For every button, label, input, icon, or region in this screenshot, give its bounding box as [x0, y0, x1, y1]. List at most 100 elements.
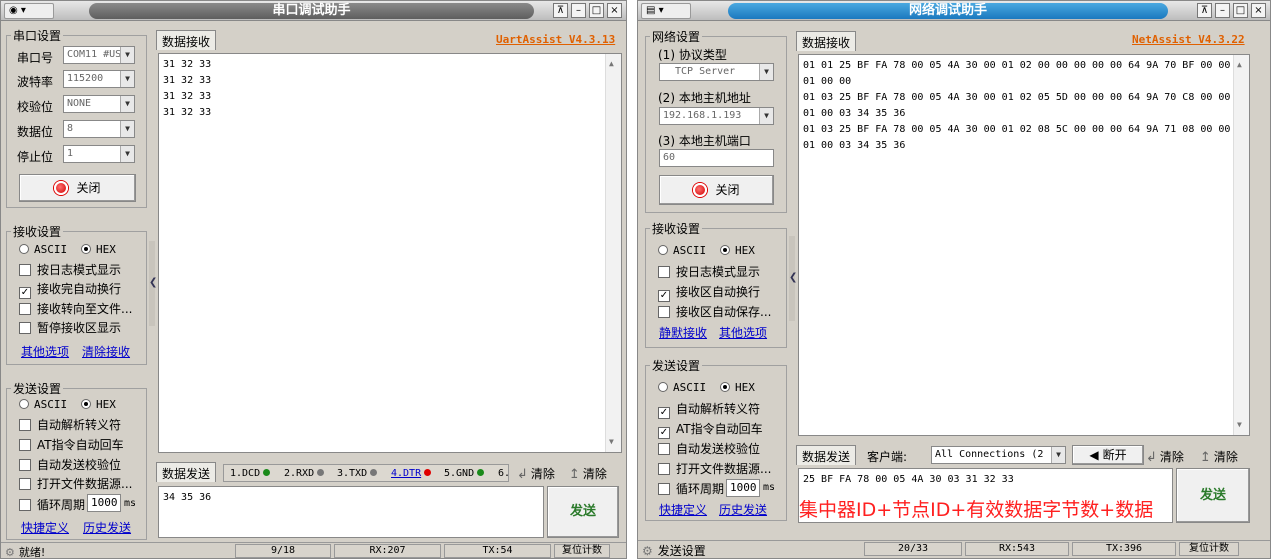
checkbox-icon [19, 499, 31, 511]
group-title: 接收设置 [11, 223, 64, 240]
port-value: COM11 #US [67, 49, 122, 60]
stopbits-select[interactable]: 1 ▼ [63, 145, 135, 163]
send-button[interactable]: 发送 [547, 486, 619, 538]
return-arrow-icon: ↲ [517, 467, 528, 482]
tab-receive[interactable]: 数据接收 [156, 30, 217, 50]
recv-hex-radio[interactable]: HEX [720, 244, 755, 257]
window-menu-button[interactable]: ▤ ▾ [641, 3, 691, 19]
checkbox-icon [19, 478, 31, 490]
clear-send-button[interactable]: ↲ 清除 [517, 465, 555, 482]
send-option-escape[interactable]: 自动解析转义符 [19, 416, 121, 433]
pin-icon[interactable]: ⊼ [553, 3, 568, 18]
send-option-file-source[interactable]: 打开文件数据源... [19, 475, 132, 492]
close-window-button[interactable]: × [1251, 3, 1266, 18]
recv-option-to-file[interactable]: 接收转向至文件... [19, 300, 132, 317]
send-option-at-cr[interactable]: ✓ AT指令自动回车 [658, 420, 763, 439]
more-options-link[interactable]: 其他选项 [719, 324, 767, 341]
tab-receive[interactable]: 数据接收 [796, 31, 857, 51]
send-option-loop[interactable]: 循环周期 [19, 496, 85, 513]
send-ascii-radio[interactable]: ASCII [658, 381, 706, 394]
send-option-checksum[interactable]: 自动发送校验位 [658, 440, 760, 457]
vertical-scrollbar[interactable]: ▲ ▼ [605, 54, 621, 452]
version-label[interactable]: NetAssist V4.3.22 [1132, 33, 1245, 46]
clear-send-button[interactable]: ↲ 清除 [1146, 448, 1184, 465]
send-option-file-source[interactable]: 打开文件数据源... [658, 460, 771, 477]
recv-ascii-radio[interactable]: ASCII [19, 243, 67, 256]
close-connection-button[interactable]: 关闭 [659, 175, 774, 205]
window-menu-button[interactable]: ◉ ▾ [4, 3, 54, 19]
send-option-checksum[interactable]: 自动发送校验位 [19, 456, 121, 473]
status-bar: ⚙ 就绪! 9/18 RX:207 TX:54 复位计数 [1, 542, 626, 558]
client-select[interactable]: All Connections (2 ▼ [931, 446, 1066, 464]
maximize-button[interactable]: □ [589, 3, 604, 18]
more-options-link[interactable]: 其他选项 [21, 343, 69, 360]
shortcut-link[interactable]: 快捷定义 [21, 519, 69, 536]
loop-period-input[interactable]: 1000 [87, 494, 121, 512]
send-button[interactable]: 发送 [1176, 468, 1250, 523]
panel-splitter[interactable]: ❮ [789, 236, 797, 321]
reset-counter-button[interactable]: 复位计数 [1179, 542, 1239, 556]
port-select[interactable]: COM11 #US ▼ [63, 46, 135, 64]
checkbox-label: AT指令自动回车 [676, 422, 763, 436]
clear-counter-button[interactable]: ↥ 清除 [569, 465, 607, 482]
checkbox-label: 暂停接收区显示 [37, 321, 122, 335]
close-window-button[interactable]: × [607, 3, 622, 18]
signal-label: 4.DTR [391, 468, 422, 479]
tab-send[interactable]: 数据发送 [156, 462, 217, 482]
net-assist-window: ▤ ▾ 网络调试助手 ⊼ – □ × 网络设置 (1) 协议类型 TCP Ser… [637, 0, 1271, 559]
history-link[interactable]: 历史发送 [83, 519, 131, 536]
parity-select[interactable]: NONE ▼ [63, 95, 135, 113]
clear-receive-link[interactable]: 清除接收 [82, 343, 130, 360]
port-input[interactable]: 60 [659, 149, 774, 167]
chevron-down-icon: ▼ [120, 47, 134, 63]
vertical-scrollbar[interactable]: ▲ ▼ [1233, 55, 1249, 435]
recv-option-auto-newline[interactable]: ✓ 接收完自动换行 [19, 280, 121, 299]
maximize-button[interactable]: □ [1233, 3, 1248, 18]
send-option-escape[interactable]: ✓ 自动解析转义符 [658, 400, 760, 419]
close-port-button[interactable]: 关闭 [19, 174, 136, 202]
send-hex-radio[interactable]: HEX [720, 381, 755, 394]
recv-option-log-mode[interactable]: 按日志模式显示 [19, 261, 121, 278]
recv-option-auto-save[interactable]: 接收区自动保存... [658, 303, 771, 320]
receive-textarea[interactable]: 01 01 25 BF FA 78 00 05 4A 30 00 01 02 0… [798, 54, 1250, 436]
signal-label: 5.GND [444, 468, 475, 479]
checkbox-icon [19, 439, 31, 451]
minimize-button[interactable]: – [1215, 3, 1230, 18]
recv-hex-radio[interactable]: HEX [81, 243, 116, 256]
loop-period-input[interactable]: 1000 [726, 479, 760, 497]
receive-textarea[interactable]: 31 32 33 31 32 33 31 32 33 31 32 33 ▲ ▼ [158, 53, 622, 453]
gear-icon: ⚙ [5, 546, 15, 559]
protocol-select[interactable]: TCP Server ▼ [659, 63, 774, 81]
signal-dtr[interactable]: 4.DTR [391, 468, 432, 479]
recv-option-auto-newline[interactable]: ✓ 接收区自动换行 [658, 283, 760, 302]
version-label[interactable]: UartAssist V4.3.13 [496, 33, 615, 46]
host-select[interactable]: 192.168.1.193 ▼ [659, 107, 774, 125]
reset-counter-button[interactable]: 复位计数 [554, 544, 610, 558]
recv-option-log-mode[interactable]: 按日志模式显示 [658, 263, 760, 280]
send-option-at-cr[interactable]: AT指令自动回车 [19, 436, 124, 453]
chevron-left-icon: ❮ [149, 277, 158, 288]
silent-receive-link[interactable]: 静默接收 [659, 324, 707, 341]
send-hex-radio[interactable]: HEX [81, 398, 116, 411]
window-controls: ⊼ – □ × [1197, 3, 1266, 18]
baud-label: 波特率 [17, 75, 54, 89]
send-ascii-radio[interactable]: ASCII [19, 398, 67, 411]
checkbox-label: AT指令自动回车 [37, 438, 124, 452]
tab-send[interactable]: 数据发送 [796, 445, 857, 465]
host-value: 192.168.1.193 [663, 110, 742, 121]
databits-select[interactable]: 8 ▼ [63, 120, 135, 138]
send-textarea[interactable]: 34 35 36 [158, 486, 544, 538]
radio-icon [19, 244, 29, 254]
send-option-loop[interactable]: 循环周期 [658, 480, 724, 497]
pin-icon[interactable]: ⊼ [1197, 3, 1212, 18]
panel-splitter[interactable]: ❮ [149, 241, 158, 326]
clear-counter-button[interactable]: ↥ 清除 [1200, 448, 1238, 465]
recv-ascii-radio[interactable]: ASCII [658, 244, 706, 257]
baud-select[interactable]: 115200 ▼ [63, 70, 135, 88]
disconnect-label: 断开 [1102, 448, 1127, 462]
history-link[interactable]: 历史发送 [719, 501, 767, 518]
shortcut-link[interactable]: 快捷定义 [659, 501, 707, 518]
disconnect-button[interactable]: ◀ 断开 [1072, 445, 1144, 465]
recv-option-pause[interactable]: 暂停接收区显示 [19, 319, 121, 336]
minimize-button[interactable]: – [571, 3, 586, 18]
